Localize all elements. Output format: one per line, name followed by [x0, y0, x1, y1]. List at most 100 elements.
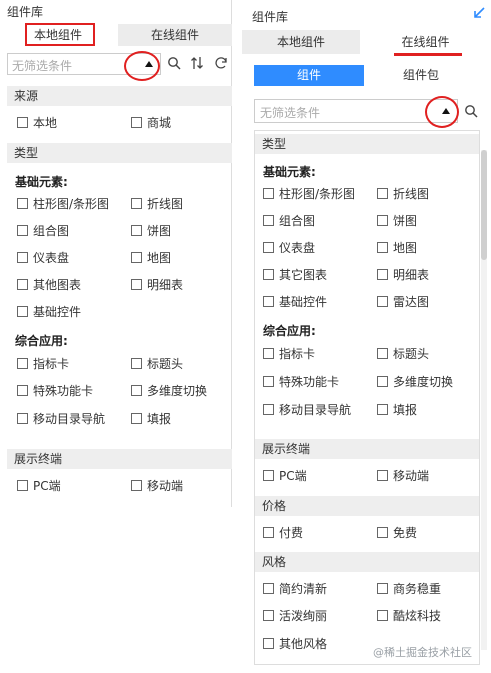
label-map: 地图 — [147, 251, 172, 265]
right-scrollbar-track[interactable] — [481, 150, 487, 650]
checkbox-pc[interactable] — [17, 480, 28, 491]
checkbox-basic-control[interactable] — [17, 306, 28, 317]
checkbox-special-card[interactable] — [17, 385, 28, 396]
r-checkbox-special-card[interactable] — [263, 376, 274, 387]
search-icon[interactable] — [167, 56, 181, 70]
left-tab-online[interactable]: 在线组件 — [118, 24, 232, 46]
checkbox-gauge[interactable] — [17, 252, 28, 263]
left-tab-online-label: 在线组件 — [150, 28, 199, 42]
r-label-combo: 组合图 — [279, 214, 316, 228]
r-label-radar: 雷达图 — [393, 295, 430, 309]
r-checkbox-fill-report[interactable] — [377, 404, 388, 415]
r-checkbox-paid[interactable] — [263, 527, 274, 538]
r-checkbox-kpi-card[interactable] — [263, 348, 274, 359]
r-checkbox-mobile-nav[interactable] — [263, 404, 274, 415]
r-label-pie: 饼图 — [393, 214, 418, 228]
checkbox-pie[interactable] — [131, 225, 142, 236]
refresh-icon[interactable] — [213, 55, 229, 71]
checkbox-combo[interactable] — [17, 225, 28, 236]
collapse-arrow-icon[interactable] — [472, 6, 486, 20]
r-checkbox-other-style[interactable] — [263, 638, 274, 649]
r-checkbox-radar[interactable] — [377, 296, 388, 307]
r-checkbox-map[interactable] — [377, 242, 388, 253]
checkbox-mobile-nav[interactable] — [17, 413, 28, 424]
checkbox-mall[interactable] — [131, 117, 142, 128]
left-panel: 组件库 本地组件 在线组件 无筛选条件 来源 本地 商城 类型 基础元素: 柱形… — [0, 0, 232, 507]
subtab-package[interactable]: 组件包 — [364, 65, 478, 86]
left-terminal-header: 展示终端 — [7, 449, 232, 469]
sort-icon[interactable] — [190, 55, 206, 71]
r-checkbox-mobile[interactable] — [377, 470, 388, 481]
left-basic-header: 基础元素: — [15, 175, 68, 189]
right-search-icon[interactable] — [464, 104, 478, 118]
r-checkbox-tech[interactable] — [377, 610, 388, 621]
right-tab-online-underline — [394, 53, 462, 56]
r-label-basic-control: 基础控件 — [279, 295, 328, 309]
checkbox-line[interactable] — [131, 198, 142, 209]
left-tab-local-highlight — [25, 23, 95, 46]
subtab-component[interactable]: 组件 — [254, 65, 364, 86]
label-detail-table: 明细表 — [147, 278, 184, 292]
label-other-chart: 其他图表 — [33, 278, 82, 292]
r-checkbox-simple[interactable] — [263, 583, 274, 594]
subtab-package-label: 组件包 — [402, 68, 439, 82]
r-checkbox-pie[interactable] — [377, 215, 388, 226]
r-checkbox-combo[interactable] — [263, 215, 274, 226]
r-label-pc: PC端 — [279, 469, 307, 483]
left-caret-highlight — [124, 51, 160, 81]
r-label-simple: 简约清新 — [279, 582, 328, 596]
right-scrollbar-thumb[interactable] — [481, 150, 487, 260]
r-label-mobile: 移动端 — [393, 469, 430, 483]
subtab-component-label: 组件 — [296, 68, 321, 82]
label-pc: PC端 — [33, 479, 61, 493]
label-gauge: 仪表盘 — [33, 251, 70, 265]
right-type-header: 类型 — [255, 134, 479, 154]
r-checkbox-business[interactable] — [377, 583, 388, 594]
left-title: 组件库 — [7, 5, 44, 19]
r-checkbox-multidim[interactable] — [377, 376, 388, 387]
r-label-free: 免费 — [393, 526, 418, 540]
r-label-other-chart: 其它图表 — [279, 268, 328, 282]
left-filter-placeholder: 无筛选条件 — [12, 59, 73, 73]
r-checkbox-title-header[interactable] — [377, 348, 388, 359]
r-checkbox-gauge[interactable] — [263, 242, 274, 253]
r-checkbox-lively[interactable] — [263, 610, 274, 621]
checkbox-other-chart[interactable] — [17, 279, 28, 290]
right-app-header: 综合应用: — [263, 324, 316, 338]
right-terminal-header: 展示终端 — [255, 439, 479, 459]
r-checkbox-detail-table[interactable] — [377, 269, 388, 280]
right-tab-local-label: 本地组件 — [276, 35, 325, 49]
label-combo: 组合图 — [33, 224, 70, 238]
checkbox-fill-report[interactable] — [131, 413, 142, 424]
r-checkbox-free[interactable] — [377, 527, 388, 538]
r-label-multidim: 多维度切换 — [393, 375, 454, 389]
r-checkbox-pc[interactable] — [263, 470, 274, 481]
checkbox-bar[interactable] — [17, 198, 28, 209]
checkbox-mobile[interactable] — [131, 480, 142, 491]
r-label-detail-table: 明细表 — [393, 268, 430, 282]
label-kpi-card: 指标卡 — [33, 357, 70, 371]
checkbox-title-header[interactable] — [131, 358, 142, 369]
r-checkbox-line[interactable] — [377, 188, 388, 199]
left-type-header: 类型 — [7, 143, 232, 163]
r-label-line: 折线图 — [393, 187, 430, 201]
right-style-header: 风格 — [255, 552, 479, 572]
r-checkbox-basic-control[interactable] — [263, 296, 274, 307]
right-tab-local[interactable]: 本地组件 — [242, 30, 360, 54]
label-basic-control: 基础控件 — [33, 305, 82, 319]
right-title: 组件库 — [252, 10, 289, 24]
right-tab-online[interactable]: 在线组件 — [364, 30, 487, 54]
right-filter-list: 类型 基础元素: 柱形图/条形图 折线图 组合图 饼图 仪表盘 地图 其它图表 … — [254, 130, 480, 665]
r-label-fill-report: 填报 — [393, 403, 418, 417]
r-checkbox-other-chart[interactable] — [263, 269, 274, 280]
r-checkbox-bar[interactable] — [263, 188, 274, 199]
right-basic-header: 基础元素: — [263, 165, 316, 179]
checkbox-local[interactable] — [17, 117, 28, 128]
checkbox-map[interactable] — [131, 252, 142, 263]
watermark: @稀土掘金技术社区 — [373, 646, 472, 659]
label-local: 本地 — [33, 116, 58, 130]
r-label-bar: 柱形图/条形图 — [279, 187, 356, 201]
checkbox-multidim[interactable] — [131, 385, 142, 396]
checkbox-kpi-card[interactable] — [17, 358, 28, 369]
checkbox-detail-table[interactable] — [131, 279, 142, 290]
